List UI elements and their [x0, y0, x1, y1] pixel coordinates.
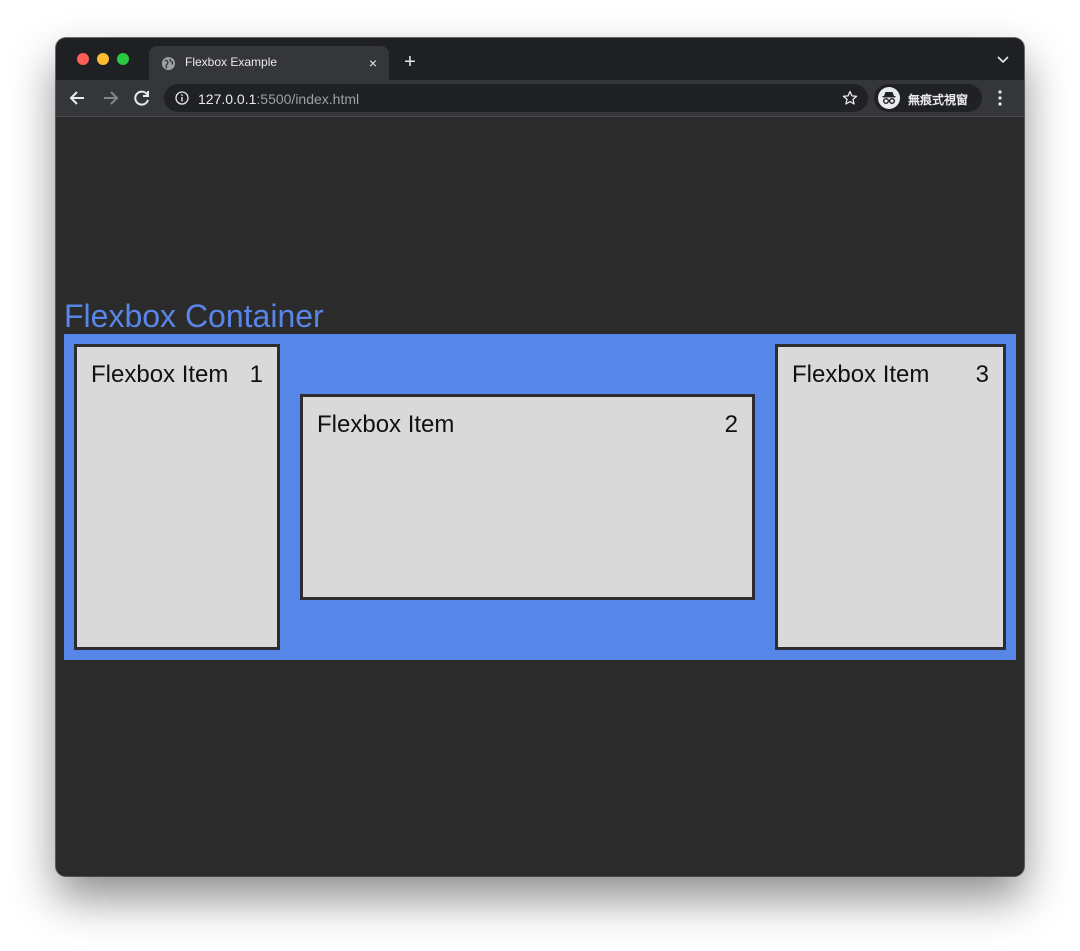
url-host: 127.0.0.1 [198, 91, 257, 107]
item-text: Flexbox Item [91, 361, 229, 388]
tab-close-icon[interactable]: × [365, 55, 381, 71]
url-path: :5500/index.html [256, 91, 360, 107]
address-bar[interactable]: 127.0.0.1:5500/index.html [164, 84, 868, 112]
item-label: Flexbox Item 2 [317, 410, 738, 440]
chevron-down-icon[interactable] [996, 54, 1010, 64]
info-icon[interactable] [175, 91, 189, 105]
globe-icon [161, 56, 176, 71]
item-number: 2 [724, 411, 738, 438]
item-label: Flexbox Item 1 [91, 360, 263, 390]
flexbox-item-2: Flexbox Item 2 [300, 394, 755, 600]
page-viewport: Flexbox Container Flexbox Item 1 Flexbox… [56, 117, 1024, 876]
tab-flexbox-example[interactable]: Flexbox Example × [149, 46, 389, 80]
item-text: Flexbox Item [317, 411, 455, 438]
new-tab-button[interactable]: + [400, 52, 420, 72]
item-text: Flexbox Item [792, 361, 930, 388]
item-number: 3 [975, 361, 989, 388]
reload-icon[interactable] [132, 88, 152, 108]
star-icon[interactable] [842, 90, 858, 106]
incognito-profile-button[interactable]: 無痕式視窗 [874, 84, 982, 112]
item-number: 1 [249, 361, 263, 388]
url-text: 127.0.0.1:5500/index.html [198, 91, 359, 107]
browser-toolbar: 127.0.0.1:5500/index.html 無痕式視窗 [56, 80, 1024, 117]
flexbox-container: Flexbox Item 1 Flexbox Item 2 Flexbox It… [64, 334, 1016, 660]
tab-strip: Flexbox Example × + [56, 38, 1024, 80]
browser-window: Flexbox Example × + 127.0.0.1:5500/index… [56, 38, 1024, 876]
forward-arrow-icon[interactable] [100, 88, 120, 108]
back-arrow-icon[interactable] [68, 88, 88, 108]
incognito-icon [878, 87, 900, 109]
window-minimize-button[interactable] [97, 53, 109, 65]
flexbox-item-1: Flexbox Item 1 [74, 344, 280, 650]
more-vert-icon[interactable] [996, 89, 1004, 107]
page-title: Flexbox Container [64, 298, 324, 334]
item-label: Flexbox Item 3 [792, 360, 989, 390]
tab-title: Flexbox Example [185, 55, 278, 69]
flexbox-item-3: Flexbox Item 3 [775, 344, 1006, 650]
window-close-button[interactable] [77, 53, 89, 65]
window-maximize-button[interactable] [117, 53, 129, 65]
incognito-label: 無痕式視窗 [908, 93, 969, 107]
